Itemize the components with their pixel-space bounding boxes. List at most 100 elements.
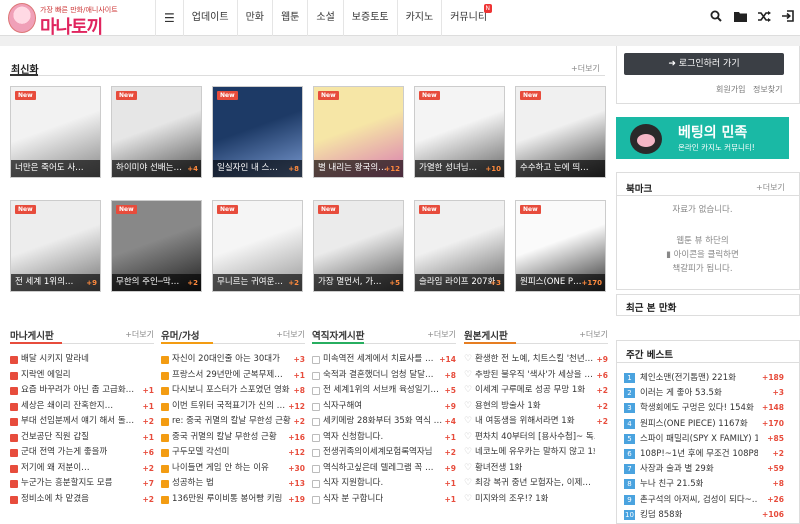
weekly-item[interactable]: 8 누나 친구 21.5화 +8 xyxy=(624,477,784,491)
manga-thumb[interactable]: New 가장 멸먼서, 가… +5 xyxy=(313,200,404,292)
search-icon[interactable] xyxy=(704,0,728,36)
weekly-item[interactable]: 9 촌구석의 아저씨, 검성이 되다~… +26 xyxy=(624,493,784,507)
list-item[interactable]: 나이들면 게임 안 하는 이유 +30 xyxy=(161,461,305,477)
manga-thumb[interactable]: New 너만은 죽어도 사… xyxy=(10,86,101,178)
list-item[interactable]: 요즘 바꾸려가 아닌 좀 고급화… +1 xyxy=(10,383,154,399)
list-item[interactable]: 세키메랑 28화부터 35화 역식 … +4 xyxy=(312,414,456,430)
manga-thumb[interactable]: New 하이미야 선배는… +4 xyxy=(111,86,202,178)
manga-thumb[interactable]: New 원피스(ONE P… +170 xyxy=(515,200,606,292)
nav-community[interactable]: 커뮤니티 N xyxy=(441,0,495,36)
list-item[interactable]: 저기에 왜 저분이… +2 xyxy=(10,461,154,477)
nav-novel[interactable]: 소설 xyxy=(307,0,342,36)
board-more-link[interactable]: +더보기 xyxy=(427,329,456,340)
list-item[interactable]: ♡ 추방된 불우직 '색사'가 세상을 … +6 xyxy=(464,368,608,384)
weekly-item[interactable]: 6 108P!~1년 후에 무조건 108P8!… +2 xyxy=(624,447,784,461)
comment-count: +106 xyxy=(762,509,784,519)
list-item[interactable]: 구두모델 각선미 +12 xyxy=(161,445,305,461)
list-item[interactable]: 136만원 루이비통 봉어빵 키링 +19 xyxy=(161,492,305,508)
list-item[interactable]: 정비소에 차 맡겼음 +2 xyxy=(10,492,154,508)
list-item[interactable]: 식자 분 구합니다 +1 xyxy=(312,492,456,508)
weekly-item[interactable]: 7 사장과 술과 별 29화 +59 xyxy=(624,462,784,476)
manga-thumb[interactable]: New 무한의 주인─막… +2 xyxy=(111,200,202,292)
board-divider xyxy=(464,342,608,344)
list-item[interactable]: 세상은 쇄이리 잔혹한지… +1 xyxy=(10,399,154,415)
weekly-item[interactable]: 5 스파이 패밀리(SPY X FAMILY) 12… +85 xyxy=(624,432,784,446)
weekly-item[interactable]: 2 이러는 게 좋아 53.5화 +3 xyxy=(624,386,784,400)
list-item[interactable]: ♡ 용현의 방술사 1화 +2 xyxy=(464,399,608,415)
list-item[interactable]: 전생귀족의이세계모험록역자님 +2 xyxy=(312,445,456,461)
nav-manga[interactable]: 만화 xyxy=(236,0,272,36)
heart-icon: ♡ xyxy=(464,447,473,457)
board-more-link[interactable]: +더보기 xyxy=(125,329,154,340)
weekly-item[interactable]: 1 체인소맨(전기톱맨) 221화 +189 xyxy=(624,371,784,385)
nav-update[interactable]: 업데이트 xyxy=(182,0,237,36)
list-item[interactable]: ♡ 미지와의 조우!? 1화 xyxy=(464,492,608,508)
login-icon[interactable] xyxy=(776,0,800,36)
list-item[interactable]: 역자 신청합니다. +1 xyxy=(312,430,456,446)
list-item[interactable]: ♡ 내 여동생을 위해서라면 1화 +2 xyxy=(464,414,608,430)
board-more-link[interactable]: +더보기 xyxy=(276,329,305,340)
list-item[interactable]: re: 중국 귀멸의 칼날 무한성 근황 +2 xyxy=(161,414,305,430)
manga-thumb[interactable]: New 일실자인 내 스… +8 xyxy=(212,86,303,178)
manga-thumb[interactable]: New 가열한 성녀님… +10 xyxy=(414,86,505,178)
manga-thumb[interactable]: New 전 세계 1위의… +9 xyxy=(10,200,101,292)
comment-count: +2 xyxy=(187,279,198,287)
board-more-link[interactable]: +더보기 xyxy=(579,329,608,340)
weekly-item[interactable]: 10 킹덤 858화 +106 xyxy=(624,508,784,522)
list-item[interactable]: 배달 시키지 말라네 xyxy=(10,352,154,368)
list-item[interactable]: ♡ 환생한 전 노예, 치트스킬 '천년… +9 xyxy=(464,352,608,368)
list-item[interactable]: 성공하는 법 +13 xyxy=(161,476,305,492)
folder-icon[interactable] xyxy=(728,0,752,36)
list-item[interactable]: 다시보니 포스터가 스포였던 영화 +8 xyxy=(161,383,305,399)
latest-more-link[interactable]: +더보기 xyxy=(571,63,600,74)
comment-count: +8 xyxy=(293,386,305,395)
manga-thumb[interactable]: New 슬라임 라이프 207화 +3 xyxy=(414,200,505,292)
manga-thumb[interactable]: New 별 내리는 왕국의… +12 xyxy=(313,86,404,178)
comment-count: +4 xyxy=(444,417,456,426)
list-item[interactable]: ♡ 네코노메 유우카는 말하지 않고 1화 xyxy=(464,445,608,461)
list-item[interactable]: 군대 전역 가는게 좋을까 +6 xyxy=(10,445,154,461)
list-item[interactable]: 누군가는 흥분할지도 모름 +7 xyxy=(10,476,154,492)
manga-thumb[interactable]: New 수수하고 눈에 띄… xyxy=(515,86,606,178)
list-item[interactable]: ♡ 황녀전생 1화 xyxy=(464,461,608,477)
list-item[interactable]: 역식하고싶은데 텔레그램 꼭 … +9 xyxy=(312,461,456,477)
comment-count: +19 xyxy=(288,494,305,504)
site-logo[interactable]: 가장 빠른 만화/애니사이트 마나토끼 xyxy=(8,3,148,38)
board-bullet-icon xyxy=(161,418,169,426)
weekly-item[interactable]: 3 학생회에도 구멍은 있다! 154화 +148 xyxy=(624,401,784,415)
betting-banner[interactable]: 베팅의 민족 온라인 카지노 커뮤니티! xyxy=(616,117,789,159)
list-item[interactable]: ♡ 이세계 구루메로 성공 무망 1화 +2 xyxy=(464,383,608,399)
list-item[interactable]: 식자구해여 +9 xyxy=(312,399,456,415)
post-title: 군대 전역 가는게 좋을까 xyxy=(21,447,108,457)
list-item[interactable]: 자신이 20대인줄 아는 30대가 +3 xyxy=(161,352,305,368)
nav-webtoon[interactable]: 웹툰 xyxy=(271,0,307,36)
menu-icon[interactable]: ☰ xyxy=(155,0,183,36)
find-info-link[interactable]: 정보찾기 xyxy=(753,84,782,95)
list-item[interactable]: 프랑스서 29년만에 군복무제… +1 xyxy=(161,368,305,384)
list-item[interactable]: 지락엔 에일리 xyxy=(10,368,154,384)
comment-count: +6 xyxy=(142,448,154,457)
list-item[interactable]: 부대 선임분께서 얘기 해서 돌… +2 xyxy=(10,414,154,430)
login-button[interactable]: ➜ 로그인하러 가기 xyxy=(624,53,784,75)
board-bullet-icon xyxy=(161,480,169,488)
list-item[interactable]: 전 세계1위의 서브캐 육성일기… +5 xyxy=(312,383,456,399)
list-item[interactable]: 이번 트위터 국적표기가 신의 … +12 xyxy=(161,399,305,415)
list-item[interactable]: 숙적과 결혼했더니 엄청 달달… +8 xyxy=(312,368,456,384)
nav-casino[interactable]: 카지노 xyxy=(396,0,442,36)
board-bullet-icon xyxy=(161,433,169,442)
manga-thumb[interactable]: New 무니르는 귀여운… +2 xyxy=(212,200,303,292)
new-badge: New xyxy=(15,205,36,214)
list-item[interactable]: 미속역전 세계에서 치료사를 … +14 xyxy=(312,352,456,368)
list-item[interactable]: 중국 귀멸의 칼날 무한성 근황 +16 xyxy=(161,430,305,446)
weekly-item[interactable]: 4 원피스(ONE PIECE) 1167화 +170 xyxy=(624,417,784,431)
heart-icon: ♡ xyxy=(464,354,473,364)
list-item[interactable]: ♡ 편차치 40부터의 [용사수첩]~ 독… xyxy=(464,430,608,446)
signup-link[interactable]: 회원가입 xyxy=(716,84,745,95)
list-item[interactable]: 건보공단 직원 갑질 +1 xyxy=(10,430,154,446)
bookmark-divider xyxy=(616,195,800,196)
list-item[interactable]: 식자 지원합니다. +1 xyxy=(312,476,456,492)
bookmark-more-link[interactable]: +더보기 xyxy=(756,182,785,193)
nav-toto[interactable]: 보증토토 xyxy=(342,0,397,36)
list-item[interactable]: ♡ 최강 복귀 중년 모험자는, 이제… xyxy=(464,476,608,492)
shuffle-icon[interactable] xyxy=(752,0,776,36)
